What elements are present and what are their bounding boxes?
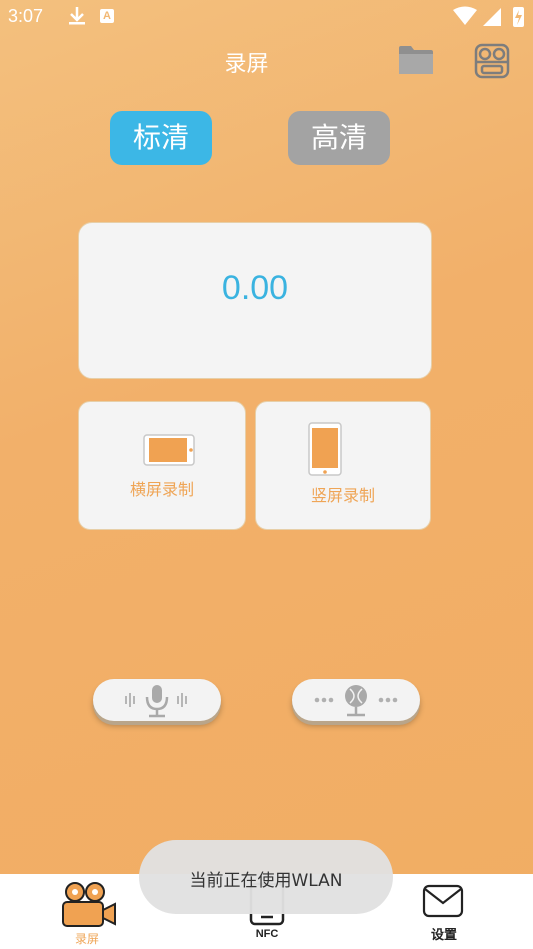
- microphone-audio-toggle[interactable]: [93, 679, 221, 721]
- high-definition-button[interactable]: 高清: [288, 111, 390, 165]
- nav-nfc-label: NFC: [255, 928, 279, 940]
- portrait-phone-icon: [308, 422, 342, 476]
- landscape-record-label: 横屏录制: [129, 480, 194, 499]
- toast-message: 当前正在使用WLAN: [139, 840, 393, 914]
- status-bar: 3:07 A: [0, 0, 533, 34]
- video-reel-icon[interactable]: [474, 43, 510, 79]
- standard-definition-button[interactable]: 标清: [110, 111, 212, 165]
- microphone-icon: [125, 685, 187, 718]
- video-camera-icon: [62, 882, 116, 927]
- signal-icon: [483, 8, 501, 26]
- toast-text: 当前正在使用WLAN: [189, 871, 343, 891]
- status-time: 3:07: [8, 6, 44, 26]
- nav-settings[interactable]: 设置: [389, 874, 499, 949]
- mail-icon: [422, 884, 464, 918]
- nav-record-label: 录屏: [74, 932, 99, 946]
- timer-card: 0.00: [78, 222, 432, 379]
- speaker-icon: [314, 685, 398, 717]
- nav-record[interactable]: 录屏: [32, 874, 142, 949]
- notification-app-icon: A: [100, 9, 114, 23]
- folder-icon[interactable]: [398, 44, 434, 76]
- landscape-phone-icon: [143, 434, 195, 466]
- status-icons: [453, 6, 524, 27]
- wifi-icon: [453, 6, 477, 25]
- portrait-record-button[interactable]: 竖屏录制: [255, 401, 431, 530]
- landscape-record-button[interactable]: 横屏录制: [78, 401, 246, 530]
- download-icon: [69, 7, 85, 25]
- internal-audio-toggle[interactable]: [292, 679, 420, 721]
- nav-settings-label: 设置: [430, 928, 457, 943]
- portrait-record-label: 竖屏录制: [310, 486, 375, 505]
- timer-value: 0.00: [221, 269, 289, 307]
